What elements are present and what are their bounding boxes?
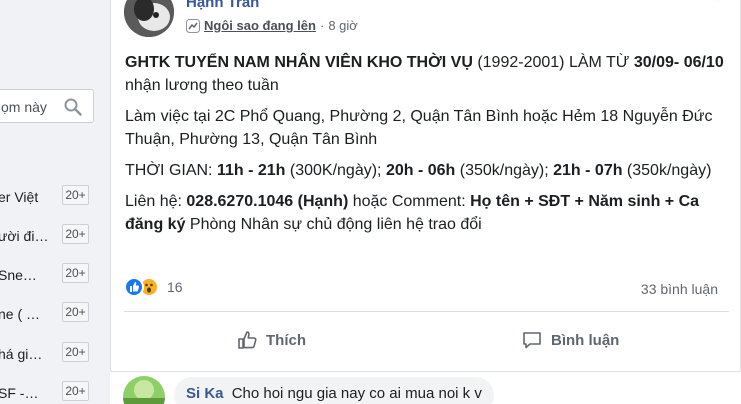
- post-paragraph: Làm việc tại 2C Phổ Quang, Phường 2, Quậ…: [125, 108, 713, 148]
- group-name[interactable]: ne ( …: [0, 306, 56, 322]
- group-search-box[interactable]: ọm này: [0, 89, 94, 123]
- unread-count-badge: 20+: [62, 185, 89, 205]
- unread-count-badge: 20+: [62, 263, 89, 283]
- comment-item: Si Ka Cho hoi ngu gia nay co ai mua noi …: [110, 372, 741, 404]
- reaction-count[interactable]: 16: [167, 279, 183, 295]
- sidebar-group-item[interactable]: ười đi… 20+: [0, 224, 108, 248]
- comment-button-label: Bình luận: [551, 331, 620, 349]
- sidebar-group-item[interactable]: há gi… 20+: [0, 342, 108, 366]
- thumbs-up-icon: [238, 331, 257, 349]
- reaction-summary[interactable]: 16: [124, 277, 183, 297]
- unread-count-badge: 20+: [62, 342, 89, 362]
- comment-bubble: Si Ka Cho hoi ngu gia nay co ai mua noi …: [174, 377, 494, 404]
- group-name[interactable]: Sne…: [0, 267, 56, 283]
- unread-count-badge: 20+: [62, 381, 89, 401]
- sidebar-group-item[interactable]: ne ( … 20+: [0, 302, 108, 326]
- group-name[interactable]: ười đi…: [0, 228, 56, 244]
- group-name[interactable]: er Việt: [0, 189, 56, 205]
- group-name[interactable]: SF -…: [0, 385, 56, 401]
- comment-count-link[interactable]: 33 bình luận: [641, 281, 718, 297]
- sidebar-group-item[interactable]: Sne… 20+: [0, 263, 108, 287]
- post-timestamp[interactable]: 8 giờ: [328, 18, 358, 33]
- search-icon[interactable]: [64, 98, 82, 116]
- unread-count-badge: 20+: [62, 302, 89, 322]
- group-name[interactable]: há gi…: [0, 346, 56, 362]
- like-button-label: Thích: [266, 331, 306, 349]
- meta-separator: ·: [319, 18, 325, 33]
- post-paragraph: Liên hệ: 028.6270.1046 (Hạnh) hoặc Comme…: [125, 193, 700, 233]
- comment-text: Cho hoi ngu gia nay co ai mua noi k v: [231, 385, 482, 402]
- post-paragraph: GHTK TUYỂN NAM NHÂN VIÊN KHO THỜI VỤ (19…: [125, 54, 724, 94]
- like-reaction-icon: [124, 277, 144, 297]
- post-card: Hạnh Trần Ngôi sao đang lên · 8 giờ GHTK…: [110, 0, 741, 372]
- comment-button[interactable]: Bình luận: [521, 323, 619, 357]
- commenter-avatar[interactable]: [123, 376, 165, 404]
- like-button[interactable]: Thích: [236, 323, 306, 357]
- sidebar-group-item[interactable]: SF -… 20+: [0, 381, 108, 404]
- post-content: GHTK TUYỂN NAM NHÂN VIÊN KHO THỜI VỤ (19…: [125, 51, 725, 244]
- left-sidebar: ọm này er Việt 20+ ười đi… 20+ Sne… 20+ …: [0, 0, 108, 404]
- comment-icon: [523, 332, 541, 349]
- unread-count-badge: 20+: [62, 224, 89, 244]
- member-badge-link[interactable]: Ngôi sao đang lên: [204, 18, 316, 33]
- author-avatar[interactable]: [124, 0, 174, 37]
- rising-star-icon: [186, 18, 200, 33]
- post-paragraph: THỜI GIAN: 11h - 21h (300K/ngày); 20h - …: [125, 162, 712, 179]
- commenter-name-link[interactable]: Si Ka: [186, 385, 224, 402]
- search-input[interactable]: ọm này: [1, 99, 47, 115]
- post-options-icon[interactable]: [710, 0, 726, 1]
- author-name-link[interactable]: Hạnh Trần: [186, 0, 259, 11]
- post-meta: Ngôi sao đang lên · 8 giờ: [186, 18, 358, 33]
- divider: [124, 311, 729, 312]
- sidebar-group-item[interactable]: er Việt 20+: [0, 185, 108, 209]
